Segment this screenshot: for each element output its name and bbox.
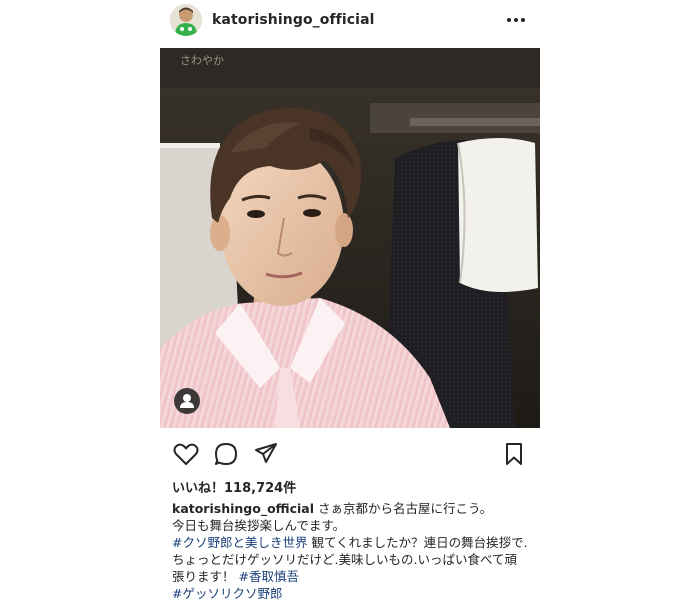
post-header: katorishingo_official (160, 0, 540, 48)
post-caption: katorishingo_official さぁ京都から名古屋に行こう。 今日も… (172, 500, 532, 602)
bookmark-icon[interactable] (500, 440, 528, 468)
likes-count[interactable]: いいね！118,724件 (172, 477, 296, 496)
hashtag-link[interactable]: #クソ野郎と美しき世界 (172, 535, 307, 550)
caption-text-1: さぁ京都から名古屋に行こう。 (318, 501, 493, 516)
hashtag-link[interactable]: #ゲッソリクソ野郎 (172, 586, 282, 601)
caption-username[interactable]: katorishingo_official (172, 501, 314, 516)
paper-plane-icon[interactable] (252, 440, 280, 468)
caption-line-1: katorishingo_official さぁ京都から名古屋に行こう。 (172, 500, 532, 517)
instagram-post: katorishingo_official さわやか いいね！118,724件 … (160, 0, 540, 602)
post-photo[interactable]: さわやか (160, 48, 540, 428)
post-username[interactable]: katorishingo_official (212, 12, 375, 28)
caption-text-5: 張ります！ (172, 569, 235, 584)
avatar-image (170, 4, 202, 36)
selfie-photo: さわやか (160, 48, 540, 428)
photo-overlay-text: さわやか (180, 54, 224, 67)
heart-icon[interactable] (172, 440, 200, 468)
caption-line-5: 張ります！ #香取慎吾 (172, 568, 532, 585)
caption-line-3: #クソ野郎と美しき世界 観てくれましたか？連日の舞台挨拶で. (172, 534, 532, 551)
avatar[interactable] (170, 4, 202, 36)
action-bar (160, 438, 540, 470)
caption-line-6: #ゲッソリクソ野郎 (172, 585, 532, 602)
more-options-icon[interactable] (504, 8, 528, 32)
comment-icon[interactable] (212, 440, 240, 468)
caption-line-4: ちょっとだけゲッソリだけど.美味しいもの.いっぱい食べて頑 (172, 552, 517, 567)
caption-line-2: 今日も舞台挨拶楽しんでます。 (172, 518, 346, 533)
hashtag-link[interactable]: #香取慎吾 (239, 569, 299, 584)
user-tag-icon[interactable] (174, 388, 200, 414)
caption-text-3: 観てくれましたか？連日の舞台挨拶で. (311, 535, 528, 550)
